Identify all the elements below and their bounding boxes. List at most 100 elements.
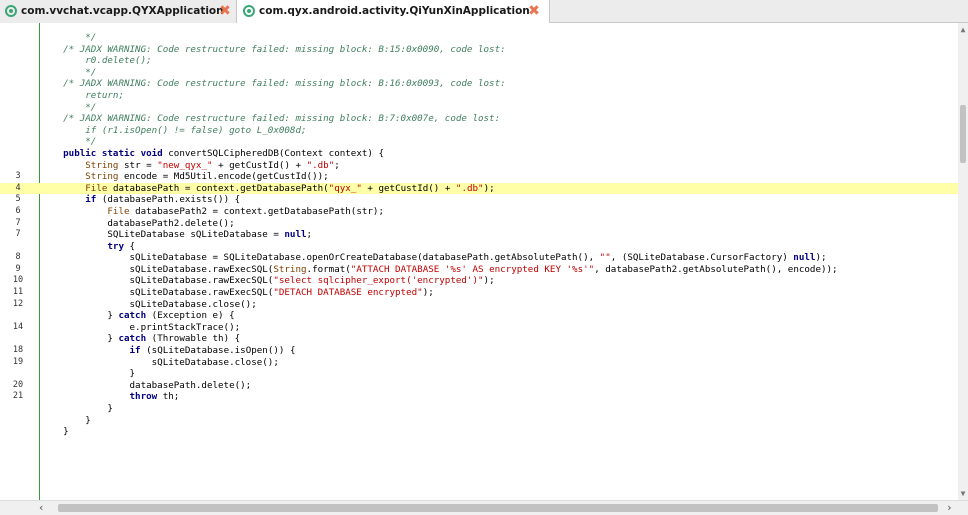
code-text: String encode = Md5Util.encode(getCustId… [41,171,328,183]
code-token: + getCustId() + [361,182,456,194]
line-number: 5 [15,194,21,205]
code-token: "qyx_" [328,182,362,194]
tab-qiyunxinapplication[interactable]: com.qyx.android.activity.QiYunXinApplica… [236,0,550,23]
code-text: if (r1.isOpen() != false) goto L_0x008d; [41,125,306,137]
line-number: 19 [12,356,24,367]
line-number: 21 [12,391,24,402]
code-line[interactable]: 6 File databasePath2 = context.getDataba… [0,206,958,218]
code-line[interactable]: try { [0,241,958,253]
scroll-up-arrow-icon[interactable]: ▲ [958,25,968,35]
code-token: { [124,240,136,252]
code-line[interactable]: /* JADX WARNING: Code restructure failed… [0,78,958,90]
code-token: (databasePath.exists()) { [96,194,241,206]
editor-tab-bar: com.vvchat.vcapp.QYXApplication ✖ com.qy… [0,0,968,23]
close-tab-icon[interactable]: ✖ [218,0,232,23]
vertical-scroll-thumb[interactable] [960,105,966,163]
code-line[interactable]: r0.delete(); [0,55,958,67]
code-line[interactable]: if (r1.isOpen() != false) goto L_0x008d; [0,125,958,137]
code-token: null [793,252,816,264]
code-line[interactable]: 18 if (sQLiteDatabase.isOpen()) { [0,345,958,357]
code-token: sQLiteDatabase.close(); [41,356,279,368]
code-line[interactable]: */ [0,32,958,44]
horizontal-scrollbar[interactable]: ‹ › [0,500,968,515]
code-line[interactable]: /* JADX WARNING: Code restructure failed… [0,44,958,56]
scroll-left-arrow-icon[interactable]: ‹ [38,501,45,515]
code-token: /* JADX WARNING: Code restructure failed… [41,113,501,125]
code-line[interactable]: 12 sQLiteDatabase.close(); [0,299,958,311]
code-token: String [85,159,119,171]
class-icon [5,5,17,17]
code-token: databasePath2 = context.getDatabasePath(… [129,205,384,217]
code-token: ); [815,252,827,264]
code-line[interactable]: public static void convertSQLCipheredDB(… [0,148,958,160]
code-token: */ [41,32,97,43]
code-text: */ [41,102,96,114]
code-token: throw [129,391,158,403]
code-line[interactable]: 3 String encode = Md5Util.encode(getCust… [0,171,958,183]
code-line[interactable]: } catch (Exception e) { [0,310,958,322]
code-token: /* JADX WARNING: Code restructure failed… [41,78,506,90]
code-text: if (databasePath.exists()) { [41,194,240,206]
code-token: File [85,182,108,194]
code-token: "" [599,252,611,264]
code-line[interactable]: 8 sQLiteDatabase = SQLiteDatabase.openOr… [0,252,958,264]
code-token: null [284,229,307,241]
close-tab-icon[interactable]: ✖ [527,0,541,23]
code-token: ".db" [455,182,484,194]
code-line[interactable]: 14 e.printStackTrace(); [0,322,958,334]
vertical-scrollbar[interactable]: ▲ ▼ [958,23,968,500]
line-number: 20 [12,379,24,390]
code-line[interactable]: } [0,368,958,380]
code-line[interactable]: 7 databasePath2.delete(); [0,218,958,230]
tab-label: com.qyx.android.activity.QiYunXinApplica… [259,5,530,17]
code-text: return; [41,90,124,102]
code-line[interactable]: /* JADX WARNING: Code restructure failed… [0,113,958,125]
code-line[interactable]: */ [0,102,958,114]
code-line[interactable]: } catch (Throwable th) { [0,333,958,345]
code-token: public static void [63,147,163,159]
line-number: 10 [12,275,24,286]
code-editor[interactable]: */ /* JADX WARNING: Code restructure fai… [0,23,958,500]
code-token: , (SQLiteDatabase.CursorFactory) [610,252,794,264]
code-line[interactable]: 7 SQLiteDatabase sQLiteDatabase = null; [0,229,958,241]
code-token: databasePath2.delete(); [41,217,235,229]
code-line[interactable]: } [0,426,958,438]
code-line[interactable]: 11 sQLiteDatabase.rawExecSQL("DETACH DAT… [0,287,958,299]
code-text: public static void convertSQLCipheredDB(… [41,148,384,160]
code-text: if (sQLiteDatabase.isOpen()) { [41,345,296,357]
code-line[interactable]: } [0,415,958,427]
code-text: File databasePath = context.getDatabaseP… [41,182,494,195]
code-token: ; [334,159,340,171]
code-line[interactable]: 9 sQLiteDatabase.rawExecSQL(String.forma… [0,264,958,276]
code-line[interactable]: 4 File databasePath = context.getDatabas… [0,182,958,195]
line-number: 8 [15,252,21,263]
code-token: } [41,403,113,414]
horizontal-scroll-thumb[interactable] [58,504,938,512]
code-text: /* JADX WARNING: Code restructure failed… [41,44,506,56]
code-token: sQLiteDatabase.close(); [41,298,257,310]
scroll-right-arrow-icon[interactable]: › [946,501,953,515]
line-number: 7 [15,217,21,228]
code-token: sQLiteDatabase = SQLiteDatabase.openOrCr… [41,252,600,264]
code-token: .format( [306,263,351,275]
code-token: "ATTACH DATABASE '%s' AS encrypted KEY '… [350,263,595,275]
code-line[interactable]: 19 sQLiteDatabase.close(); [0,357,958,369]
code-line[interactable]: String str = "new_qyx_" + getCustId() + … [0,160,958,172]
scroll-down-arrow-icon[interactable]: ▼ [958,489,968,499]
code-line[interactable]: 10 sQLiteDatabase.rawExecSQL("select sql… [0,275,958,287]
tab-qyxapplication[interactable]: com.vvchat.vcapp.QYXApplication ✖ [0,0,236,23]
code-line[interactable]: } [0,403,958,415]
code-text: sQLiteDatabase.rawExecSQL("select sqlcip… [41,275,495,287]
code-line[interactable]: */ [0,136,958,148]
code-line[interactable]: 5 if (databasePath.exists()) { [0,194,958,206]
code-line[interactable]: return; [0,90,958,102]
code-line[interactable]: 20 databasePath.delete(); [0,380,958,392]
code-line[interactable]: */ [0,67,958,79]
code-token: (sQLiteDatabase.isOpen()) { [140,345,296,357]
code-line[interactable]: 21 throw th; [0,391,958,403]
code-token: sQLiteDatabase.rawExecSQL( [41,263,274,275]
code-text: } [41,415,91,427]
code-text: sQLiteDatabase.rawExecSQL("DETACH DATABA… [41,287,434,299]
line-number: 3 [15,171,21,182]
